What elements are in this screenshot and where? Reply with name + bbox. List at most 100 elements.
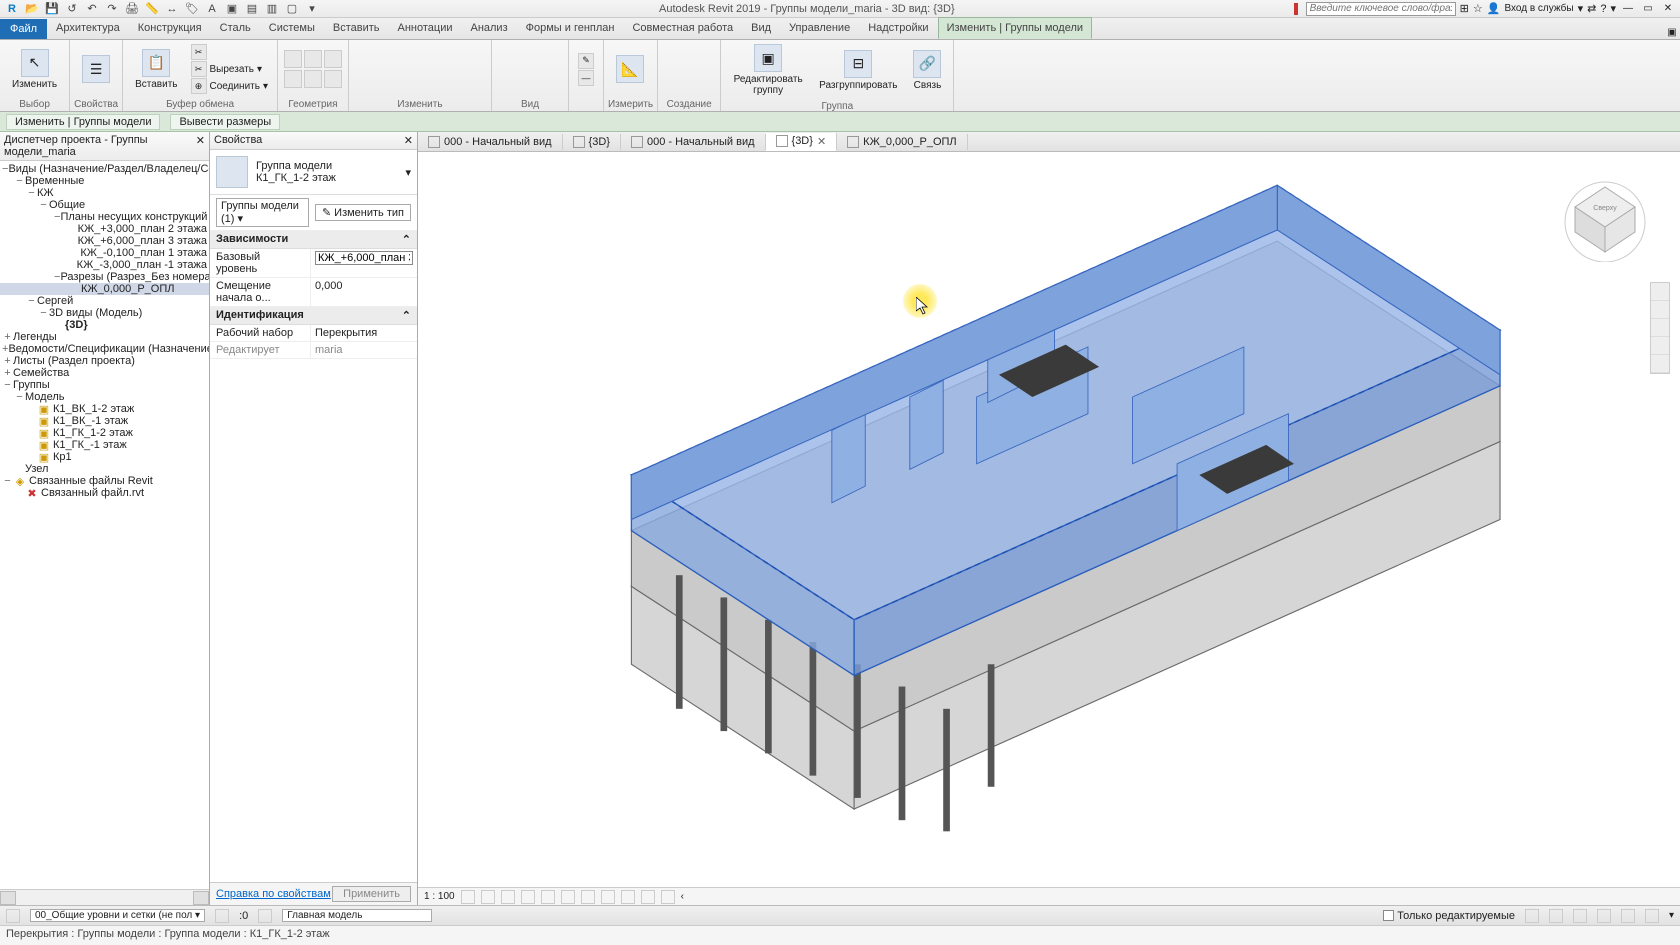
tab-view[interactable]: Вид — [742, 17, 780, 39]
trim-icon[interactable] — [355, 74, 375, 92]
tree-node[interactable]: КЖ_-0,100_план 1 этажа — [0, 247, 209, 259]
close-inactive-icon[interactable]: ▢ — [284, 1, 300, 17]
brush2-icon[interactable]: — — [575, 70, 597, 86]
view3-icon[interactable] — [542, 46, 562, 64]
login-label[interactable]: Вход в службы — [1504, 3, 1573, 14]
help-icon[interactable]: ? — [1600, 3, 1606, 15]
tree-node[interactable]: −КЖ — [0, 187, 209, 199]
print-icon[interactable]: 🖨 — [124, 1, 140, 17]
tree-node[interactable]: +Легенды — [0, 331, 209, 343]
reveal-icon[interactable] — [641, 890, 655, 904]
navigation-bar[interactable] — [1650, 282, 1670, 374]
rotate-icon[interactable] — [465, 46, 485, 64]
tab-analyze[interactable]: Анализ — [461, 17, 516, 39]
workset-icon[interactable] — [6, 909, 20, 923]
join-button[interactable]: ⊕Соединить▾ — [188, 78, 271, 94]
tree-node[interactable]: −Группы — [0, 379, 209, 391]
tree-twisty-icon[interactable]: − — [26, 187, 37, 199]
array-icon[interactable] — [421, 74, 441, 92]
tab-steel[interactable]: Сталь — [211, 17, 260, 39]
copy-icon[interactable] — [443, 46, 463, 64]
view-tab[interactable]: 000 - Начальный вид — [621, 134, 766, 150]
detail-level-icon[interactable] — [461, 890, 475, 904]
login-dropdown-icon[interactable]: ▾ — [1578, 2, 1584, 15]
align-icon[interactable] — [355, 46, 375, 64]
selection-filter[interactable]: Группы модели (1) ▾ — [216, 198, 309, 227]
tree-node[interactable]: +Листы (Раздел проекта) — [0, 355, 209, 367]
cut-geom-icon[interactable] — [304, 50, 322, 68]
view1-icon[interactable] — [498, 46, 518, 64]
pin-icon[interactable] — [465, 74, 485, 92]
open-icon[interactable]: 📂 — [24, 1, 40, 17]
view-cube[interactable]: Сверху — [1560, 172, 1650, 262]
ribbon-collapse-icon[interactable]: ▣ — [1664, 25, 1680, 39]
tree-node[interactable]: КЖ_+3,000_план 2 этажа — [0, 223, 209, 235]
render-icon[interactable] — [541, 890, 555, 904]
workset-selector[interactable]: 00_Общие уровни и сетки (не пол ▾ — [30, 909, 205, 922]
create1-icon[interactable] — [664, 45, 688, 65]
tab-manage[interactable]: Управление — [780, 17, 859, 39]
tree-twisty-icon[interactable]: + — [2, 331, 13, 343]
base-level-value[interactable] — [310, 249, 417, 277]
tree-node[interactable]: КЖ_+6,000_план 3 этажа — [0, 235, 209, 247]
view4-icon[interactable] — [498, 74, 518, 92]
search-input[interactable] — [1306, 2, 1456, 16]
tab-collab[interactable]: Совместная работа — [623, 17, 742, 39]
undo-icon[interactable]: ↶ — [84, 1, 100, 17]
tab-insert[interactable]: Вставить — [324, 17, 389, 39]
thin-lines-icon[interactable]: ▥ — [264, 1, 280, 17]
tree-node[interactable]: Узел — [0, 463, 209, 475]
tree-node[interactable]: ▣К1_ГК_-1 этаж — [0, 439, 209, 451]
tree-node[interactable]: КЖ_0,000_Р_ОПЛ — [0, 283, 209, 295]
tab-structure[interactable]: Конструкция — [129, 17, 211, 39]
paint-icon[interactable] — [324, 70, 342, 88]
join-geom-icon[interactable] — [324, 50, 342, 68]
modify-button[interactable]: ↖ Изменить — [6, 47, 63, 92]
option-activate-dims[interactable]: Вывести размеры — [170, 114, 280, 130]
tree-node[interactable]: +Ведомости/Спецификации (Назначение/с — [0, 343, 209, 355]
sun-path-icon[interactable] — [501, 890, 515, 904]
split-icon[interactable] — [304, 70, 322, 88]
view-tab[interactable]: 000 - Начальный вид — [418, 134, 563, 150]
brush-icon[interactable]: ✎ — [575, 53, 597, 69]
type-name[interactable]: Группа модели К1_ГК_1-2 этаж — [256, 160, 397, 184]
props-help-link[interactable]: Справка по свойствам — [216, 888, 331, 900]
cat-constraints[interactable]: Зависимости⌃ — [210, 231, 417, 249]
redo-icon[interactable]: ↷ — [104, 1, 120, 17]
tree-node[interactable]: −Общие — [0, 199, 209, 211]
measure-button[interactable]: 📐 — [610, 53, 650, 85]
user-icon[interactable]: 👤 — [1487, 2, 1501, 15]
sync-icon[interactable]: ↺ — [64, 1, 80, 17]
tab-massing[interactable]: Формы и генплан — [517, 17, 624, 39]
project-tree[interactable]: −Виды (Назначение/Раздел/Владелец/Сем−Вр… — [0, 161, 209, 889]
ungroup-button[interactable]: ⊟ Разгруппировать — [813, 48, 903, 93]
tree-twisty-icon[interactable]: − — [2, 379, 13, 391]
tree-node[interactable]: КЖ_-3,000_план -1 этажа — [0, 259, 209, 271]
tree-twisty-icon[interactable]: − — [2, 475, 13, 487]
nav-wheel-icon[interactable] — [1651, 283, 1669, 301]
view-tab[interactable]: {3D}✕ — [766, 133, 838, 151]
tree-twisty-icon[interactable]: − — [26, 295, 37, 307]
nav-pan-icon[interactable] — [1651, 301, 1669, 319]
help-dropdown[interactable]: ▾ — [1610, 2, 1616, 15]
create2-icon[interactable] — [690, 45, 714, 65]
collapse-icon[interactable]: ⌃ — [402, 309, 411, 322]
scroll-left-icon[interactable] — [0, 891, 16, 905]
drag-elements-icon[interactable] — [1621, 909, 1635, 923]
tree-twisty-icon[interactable]: + — [2, 355, 13, 367]
tree-node[interactable]: ▣К1_ВК_1-2 этаж — [0, 403, 209, 415]
collapse-icon[interactable]: ⌃ — [402, 233, 411, 246]
edit-group-button[interactable]: ▣ Редактировать группу — [727, 42, 809, 98]
minimize-button[interactable]: — — [1620, 2, 1636, 16]
restore-button[interactable]: ▭ — [1640, 2, 1656, 16]
sync-status-icon[interactable] — [215, 909, 229, 923]
scale-icon[interactable] — [443, 74, 463, 92]
file-tab[interactable]: Файл — [0, 19, 47, 39]
create4-icon[interactable] — [690, 73, 714, 93]
link-button[interactable]: 🔗 Связь — [907, 48, 947, 93]
filter-icon[interactable] — [1645, 909, 1659, 923]
nav-zoom-icon[interactable] — [1651, 319, 1669, 337]
star-icon[interactable]: ☆ — [1473, 2, 1483, 15]
analytical-icon[interactable] — [661, 890, 675, 904]
select-pinned-icon[interactable] — [1573, 909, 1587, 923]
